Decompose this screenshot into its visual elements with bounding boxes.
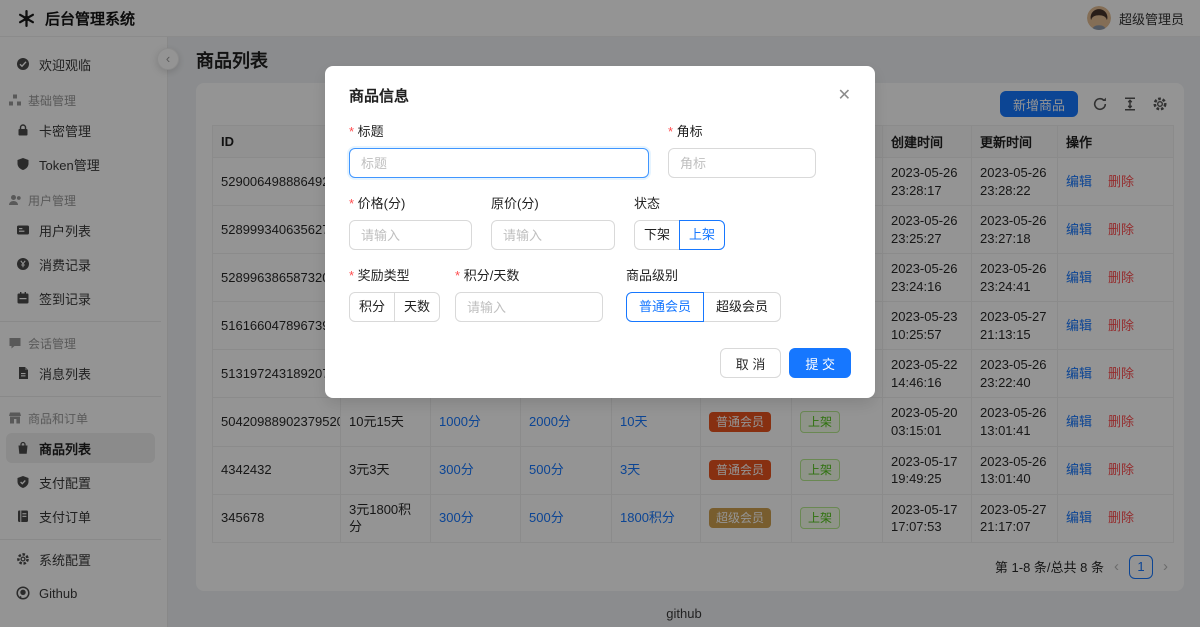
reward-type-radio-group: 积分 天数 — [349, 292, 440, 322]
status-option-off[interactable]: 下架 — [634, 220, 680, 250]
field-label-reward-type: 奖励类型 — [349, 265, 440, 284]
field-label-price: 价格(分) — [349, 193, 472, 212]
field-label-original-price: 原价(分) — [491, 193, 615, 212]
status-option-on[interactable]: 上架 — [679, 220, 725, 250]
reward-type-option-points[interactable]: 积分 — [349, 292, 395, 322]
field-label-status: 状态 — [634, 193, 725, 212]
status-radio-group: 下架 上架 — [634, 220, 725, 250]
cancel-button[interactable]: 取 消 — [720, 348, 782, 378]
field-label-badge: 角标 — [668, 121, 816, 140]
reward-type-option-days[interactable]: 天数 — [394, 292, 440, 322]
product-info-modal: 商品信息 ✕ 标题 角标 价格(分) 原价(分) 状态 下架 上架 — [325, 66, 875, 398]
price-input[interactable] — [349, 220, 472, 250]
level-radio-group: 普通会员 超级会员 — [626, 292, 781, 322]
close-icon[interactable]: ✕ — [838, 88, 851, 104]
level-option-super[interactable]: 超级会员 — [703, 292, 781, 322]
field-label-reward-value: 积分/天数 — [455, 265, 603, 284]
title-input[interactable] — [349, 148, 649, 178]
submit-button[interactable]: 提 交 — [789, 348, 851, 378]
field-label-level: 商品级别 — [626, 265, 781, 284]
level-option-normal[interactable]: 普通会员 — [626, 292, 704, 322]
original-price-input[interactable] — [491, 220, 615, 250]
modal-title: 商品信息 — [349, 85, 409, 106]
field-label-title: 标题 — [349, 121, 649, 140]
badge-input[interactable] — [668, 148, 816, 178]
reward-value-input[interactable] — [455, 292, 603, 322]
